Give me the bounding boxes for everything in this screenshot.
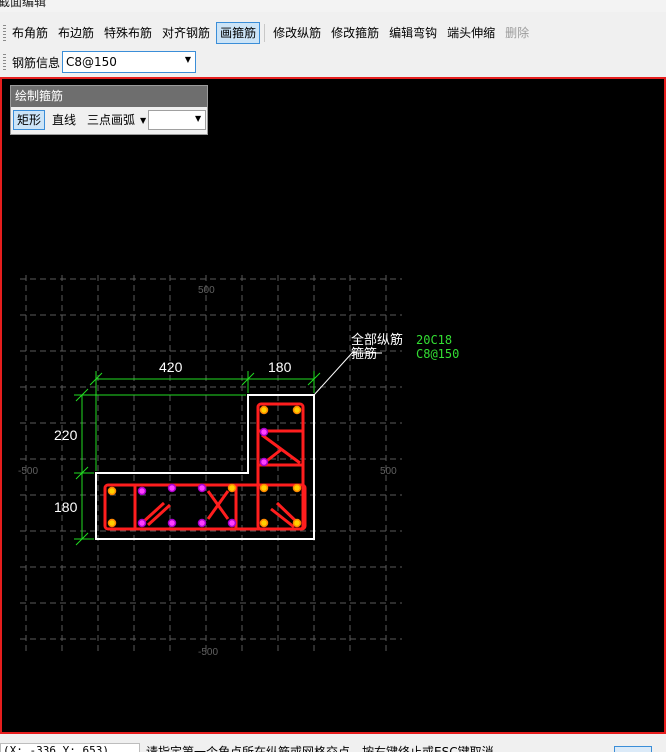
axis-label-bottom: -500 [198,647,218,658]
toolbar-separator [264,24,266,42]
rebar-info-value: C8@150 [66,55,117,69]
window-title: 截面编辑 [0,0,47,9]
rebar-info-bar: 钢筋信息 C8@150 ▼ [0,48,666,76]
section-drawing-canvas[interactable]: 500 -500 500 -500 420 180 220 180 全部纵筋 2… [0,77,666,734]
status-button[interactable] [614,746,652,752]
axis-label-right: 500 [380,466,397,477]
corner-rebar-button[interactable]: 布角筋 [8,22,52,44]
draw-stirrup-panel: 绘制箍筋 矩形 直线 三点画弧 ▼ ▼ [10,85,208,135]
legend-stirrup-value: C8@150 [416,347,459,361]
align-rebar-button[interactable]: 对齐钢筋 [158,22,214,44]
rebar-toolbar: 布角筋 布边筋 特殊布筋 对齐钢筋 画箍筋 修改纵筋 修改箍筋 编辑弯钩 端头伸… [0,20,666,46]
panel-title: 绘制箍筋 [11,86,207,107]
toolbar-grip[interactable] [3,25,6,41]
rebar-info-label: 钢筋信息 [12,55,61,70]
dim-left-lower: 180 [54,499,78,515]
arc-dropdown-icon[interactable]: ▼ [140,116,146,125]
axis-label-left: -500 [18,466,38,477]
line-mode-button[interactable]: 直线 [48,110,80,130]
window-title-bar: 截面编辑 [0,0,666,12]
dim-top-left: 420 [159,359,183,375]
grid [20,275,402,654]
draw-stirrup-button[interactable]: 画箍筋 [216,22,261,44]
dim-top-right: 180 [268,359,292,375]
legend-main-value: 20C18 [416,333,452,347]
end-extend-button[interactable]: 端头伸缩 [443,22,499,44]
rectangle-mode-button[interactable]: 矩形 [13,110,46,130]
panel-combo[interactable]: ▼ [148,110,207,130]
edge-rebar-button[interactable]: 布边筋 [54,22,98,44]
legend-main-label: 全部纵筋 [351,332,403,348]
panel-tools: 矩形 直线 三点画弧 ▼ ▼ [11,107,207,133]
section-drawing[interactable]: 500 -500 500 -500 420 180 220 180 全部纵筋 2… [2,79,664,732]
dim-left-upper: 220 [54,427,78,443]
rebar-info-combo[interactable]: C8@150 ▼ [62,51,197,73]
edit-hook-button[interactable]: 编辑弯钩 [385,22,441,44]
special-rebar-button[interactable]: 特殊布筋 [100,22,156,44]
legend-stirrup-label: 箍筋 [351,346,377,362]
command-prompt: 请指定第一个角点所在纵筋或网格交点，按右键终止或ESC键取消 [146,745,494,752]
coordinate-readout: (X: -336 Y: 653) [0,743,140,752]
status-bar: (X: -336 Y: 653) 请指定第一个角点所在纵筋或网格交点，按右键终止… [0,734,666,752]
modify-longitudinal-button[interactable]: 修改纵筋 [269,22,325,44]
delete-button[interactable]: 删除 [501,22,533,44]
axis-labels: 500 -500 500 -500 [18,285,397,658]
dropdown-arrow-icon[interactable]: ▼ [195,114,201,123]
toolbar-grip[interactable] [3,54,6,70]
dropdown-arrow-icon[interactable]: ▼ [185,55,191,64]
modify-stirrup-button[interactable]: 修改箍筋 [327,22,383,44]
three-point-arc-button[interactable]: 三点画弧 [83,110,139,130]
axis-label-top: 500 [198,285,215,296]
